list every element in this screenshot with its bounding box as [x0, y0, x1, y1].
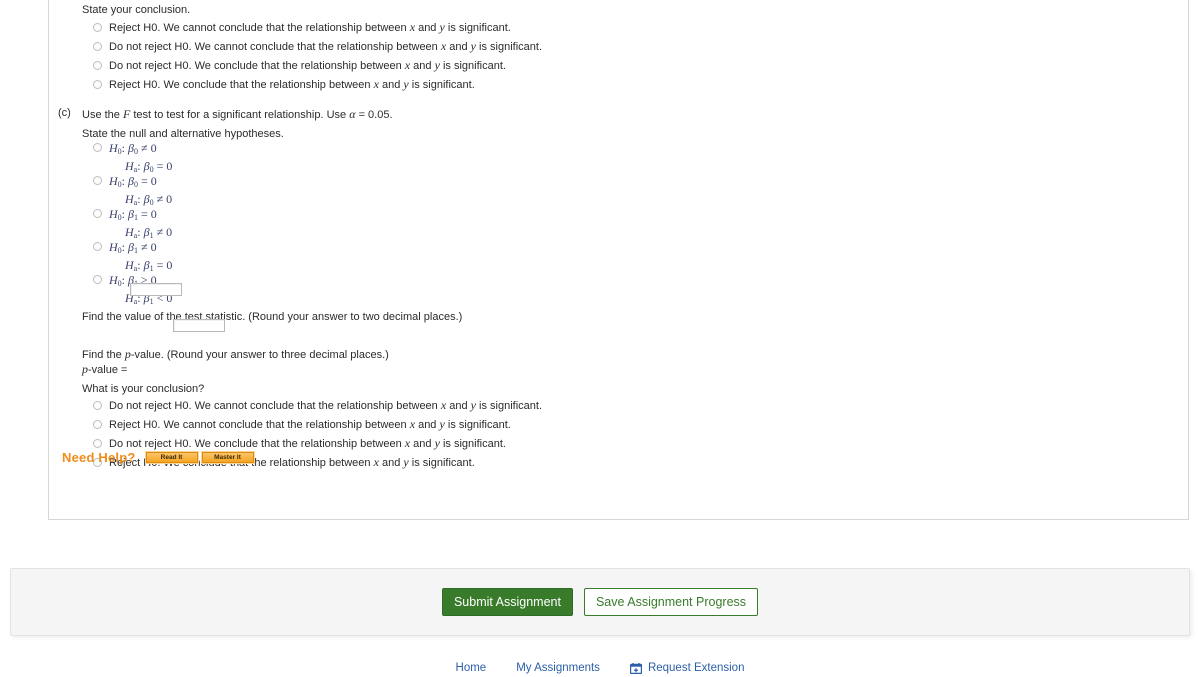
conclusion-option-2[interactable]: Reject H0. We cannot conclude that the r…: [93, 418, 511, 432]
p-value-label: p-value =: [82, 362, 128, 376]
test-statistic-input[interactable]: [130, 283, 182, 296]
hypothesis-alt: Ha: β1 = 0: [125, 258, 173, 273]
footer-link-my-assignments[interactable]: My Assignments: [516, 662, 600, 674]
radio-icon[interactable]: [93, 61, 102, 70]
part-c-letter: (c): [58, 107, 71, 119]
hypothesis-null: H0: β1 = 0: [109, 207, 157, 222]
radio-icon[interactable]: [93, 401, 102, 410]
radio-icon[interactable]: [93, 420, 102, 429]
part-b-option-2[interactable]: Do not reject H0. We cannot conclude tha…: [93, 40, 542, 54]
radio-icon[interactable]: [93, 242, 102, 251]
part-b-option-4[interactable]: Reject H0. We conclude that the relation…: [93, 78, 475, 92]
hypothesis-alt: Ha: β0 ≠ 0: [125, 192, 173, 207]
radio-icon[interactable]: [93, 143, 102, 152]
option-label: Do not reject H0. We cannot conclude tha…: [109, 398, 543, 413]
radio-icon[interactable]: [93, 23, 102, 32]
conclusion-option-1[interactable]: Do not reject H0. We cannot conclude tha…: [93, 399, 542, 413]
radio-icon[interactable]: [93, 209, 102, 218]
option-label: Reject H0. We cannot conclude that the r…: [109, 417, 511, 432]
hypothesis-option-1[interactable]: H0: β0 ≠ 0 Ha: β0 = 0: [93, 141, 172, 177]
p-value-input[interactable]: [173, 319, 225, 332]
part-b-option-3[interactable]: Do not reject H0. We conclude that the r…: [93, 59, 506, 73]
hypothesis-alt: Ha: β1 ≠ 0: [125, 225, 173, 240]
hypothesis-option-4[interactable]: H0: β1 ≠ 0 Ha: β1 = 0: [93, 240, 172, 276]
footer-link-home[interactable]: Home: [456, 662, 487, 674]
radio-icon[interactable]: [93, 439, 102, 448]
need-help-row: Need Help? Read It Master It: [62, 450, 258, 465]
submit-assignment-button[interactable]: Submit Assignment: [441, 588, 573, 616]
read-it-button[interactable]: Read It: [144, 451, 199, 464]
option-label: Do not reject H0. We cannot conclude tha…: [109, 39, 543, 54]
part-c-prompt: Use the F test to test for a significant…: [82, 107, 393, 121]
calendar-plus-icon: [629, 662, 643, 674]
hypothesis-null: H0: β0 ≠ 0: [109, 141, 157, 156]
test-statistic-prompt: Find the value of the test statistic. (R…: [82, 311, 463, 323]
request-extension-label: Request Extension: [647, 662, 745, 674]
save-assignment-progress-button[interactable]: Save Assignment Progress: [583, 588, 759, 616]
hypothesis-option-2[interactable]: H0: β0 = 0 Ha: β0 ≠ 0: [93, 174, 172, 210]
option-label: Reject H0. We cannot conclude that the r…: [109, 20, 511, 35]
radio-icon[interactable]: [93, 80, 102, 89]
part-b-prompt: State your conclusion.: [82, 4, 191, 16]
conclusion-prompt: What is your conclusion?: [82, 383, 205, 395]
master-it-button[interactable]: Master It: [200, 451, 255, 464]
question-panel: State your conclusion. Reject H0. We can…: [48, 0, 1189, 520]
hypothesis-alt: Ha: β0 = 0: [125, 159, 173, 174]
option-label: Reject H0. We conclude that the relation…: [109, 77, 475, 92]
footer-nav: Home My Assignments Request Extension: [0, 662, 1200, 674]
part-b-option-1[interactable]: Reject H0. We cannot conclude that the r…: [93, 21, 511, 35]
hypothesis-null: H0: β1 ≠ 0: [109, 240, 157, 255]
footer-link-request-extension[interactable]: Request Extension: [629, 662, 745, 674]
radio-icon[interactable]: [93, 275, 102, 284]
radio-icon[interactable]: [93, 176, 102, 185]
p-value-prompt: Find the p-value. (Round your answer to …: [82, 347, 389, 361]
option-label: Do not reject H0. We conclude that the r…: [109, 436, 506, 451]
option-label: Do not reject H0. We conclude that the r…: [109, 58, 506, 73]
assignment-action-bar: Submit Assignment Save Assignment Progre…: [10, 568, 1190, 636]
hypothesis-option-3[interactable]: H0: β1 = 0 Ha: β1 ≠ 0: [93, 207, 172, 243]
radio-icon[interactable]: [93, 42, 102, 51]
conclusion-option-3[interactable]: Do not reject H0. We conclude that the r…: [93, 437, 506, 451]
hypotheses-prompt: State the null and alternative hypothese…: [82, 128, 284, 140]
hypothesis-null: H0: β0 = 0: [109, 174, 157, 189]
need-help-label: Need Help?: [62, 450, 136, 465]
